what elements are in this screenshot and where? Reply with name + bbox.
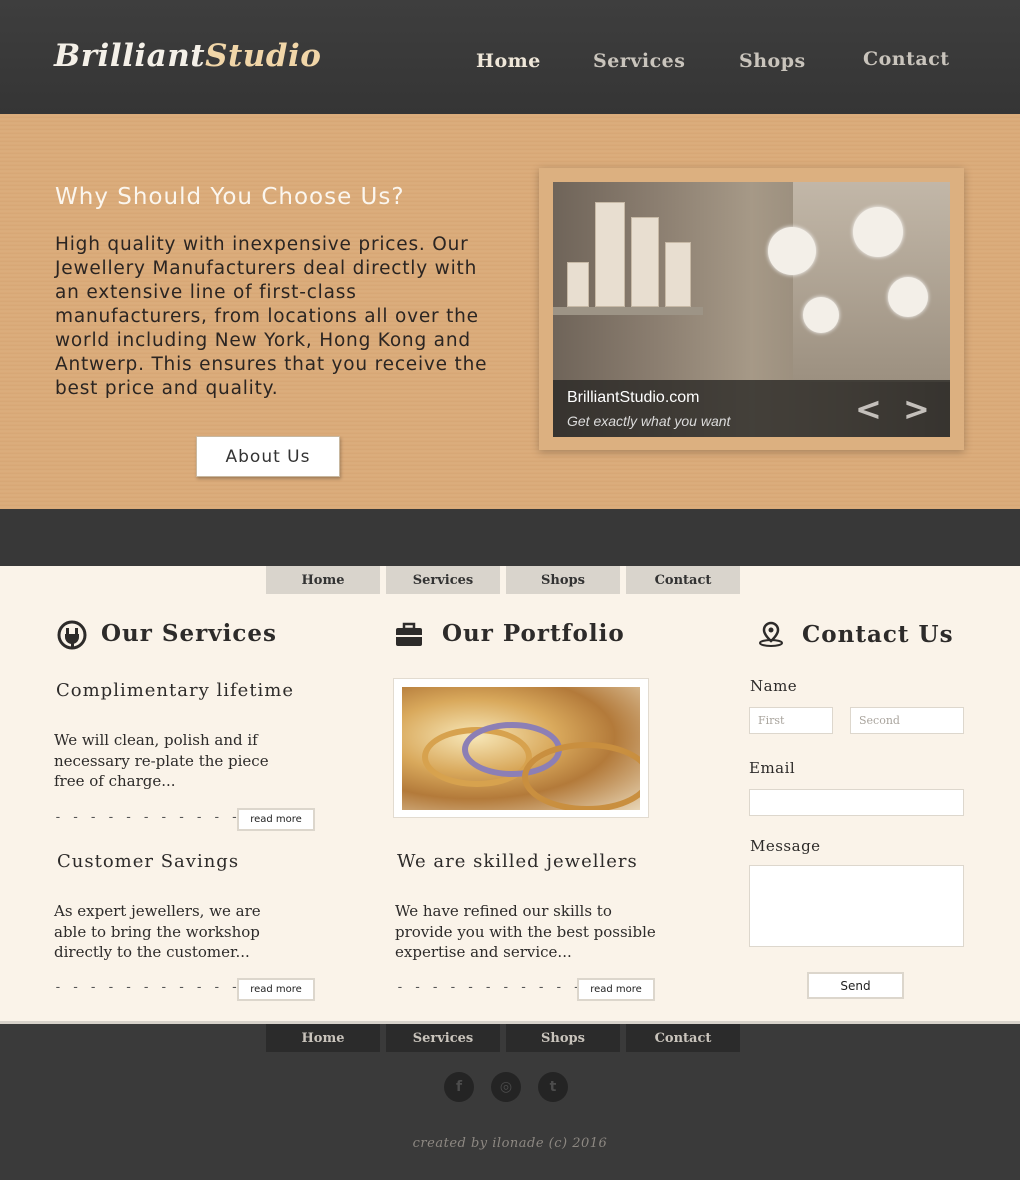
message-textarea[interactable] xyxy=(749,865,964,947)
slider-shelf xyxy=(553,307,703,315)
slider-decor-ball xyxy=(853,207,903,257)
service-item-title: Complimentary lifetime xyxy=(56,680,295,701)
footer-nav-shops[interactable]: Shops xyxy=(506,1024,620,1052)
briefcase-icon xyxy=(396,622,422,646)
email-label: Email xyxy=(749,759,796,777)
ring-shape xyxy=(522,742,640,810)
read-more-button[interactable]: read more xyxy=(577,978,655,1001)
nav-home[interactable]: Home xyxy=(476,50,541,72)
slider-caption: BrilliantStudio.com Get exactly what you… xyxy=(553,380,950,437)
brand-name-part1: Brilliant xyxy=(54,38,206,74)
service-item-text: We will clean, polish and if necessary r… xyxy=(54,731,269,790)
read-more-button[interactable]: read more xyxy=(237,808,315,831)
slider-caption-title: BrilliantStudio.com xyxy=(567,389,700,406)
image-slider[interactable]: BrilliantStudio.com Get exactly what you… xyxy=(553,182,950,437)
plug-icon xyxy=(57,620,87,650)
subnav-shops[interactable]: Shops xyxy=(506,566,620,594)
slider-next-arrow-icon[interactable]: > xyxy=(903,390,930,428)
brand-logo[interactable]: BrilliantStudio xyxy=(54,38,321,74)
slider-prev-arrow-icon[interactable]: < xyxy=(855,390,882,428)
nav-services[interactable]: Services xyxy=(593,50,685,72)
slider-product-box xyxy=(631,217,659,307)
footer-nav-services[interactable]: Services xyxy=(386,1024,500,1052)
portfolio-image[interactable] xyxy=(402,687,640,810)
facebook-icon[interactable]: f xyxy=(444,1072,474,1102)
footer-credit: created by ilonade (c) 2016 xyxy=(412,1136,608,1151)
slider-product-box xyxy=(567,262,589,307)
hero-title: Why Should You Choose Us? xyxy=(55,184,405,210)
slider-decor-ball xyxy=(803,297,839,333)
send-button[interactable]: Send xyxy=(807,972,904,999)
subnav-contact[interactable]: Contact xyxy=(626,566,740,594)
first-name-field[interactable]: First xyxy=(749,707,833,734)
service-item-text: As expert jewellers, we are able to brin… xyxy=(54,902,261,961)
second-name-field[interactable]: Second xyxy=(850,707,964,734)
footer-nav-home[interactable]: Home xyxy=(266,1024,380,1052)
contact-title: Contact Us xyxy=(802,621,954,648)
twitter-icon[interactable]: t xyxy=(538,1072,568,1102)
email-field[interactable] xyxy=(749,789,964,816)
instagram-icon[interactable]: ◎ xyxy=(491,1072,521,1102)
read-more-button[interactable]: read more xyxy=(237,978,315,1001)
nav-shops[interactable]: Shops xyxy=(739,50,806,72)
slider-product-box xyxy=(595,202,625,307)
brand-name-part2: Studio xyxy=(205,38,322,74)
portfolio-item-title: We are skilled jewellers xyxy=(397,851,638,872)
message-label: Message xyxy=(750,837,821,855)
portfolio-title: Our Portfolio xyxy=(442,620,625,647)
slider-caption-subtitle: Get exactly what you want xyxy=(567,413,731,429)
nav-contact[interactable]: Contact xyxy=(863,48,950,70)
about-us-button[interactable]: About Us xyxy=(196,436,340,477)
slider-decor-ball xyxy=(768,227,816,275)
subnav-home[interactable]: Home xyxy=(266,566,380,594)
footer-nav-contact[interactable]: Contact xyxy=(626,1024,740,1052)
location-pin-icon xyxy=(759,621,783,647)
site-header: BrilliantStudio Home Services Shops Cont… xyxy=(0,0,1020,114)
slider-product-box xyxy=(665,242,691,307)
portfolio-item-text: We have refined our skills to provide yo… xyxy=(395,902,656,961)
divider-band xyxy=(0,509,1020,566)
service-item-title: Customer Savings xyxy=(57,851,240,872)
subnav-services[interactable]: Services xyxy=(386,566,500,594)
services-title: Our Services xyxy=(101,620,277,647)
hero-text: High quality with inexpensive prices. Ou… xyxy=(55,234,488,399)
name-label: Name xyxy=(750,677,798,695)
slider-decor-ball xyxy=(888,277,928,317)
